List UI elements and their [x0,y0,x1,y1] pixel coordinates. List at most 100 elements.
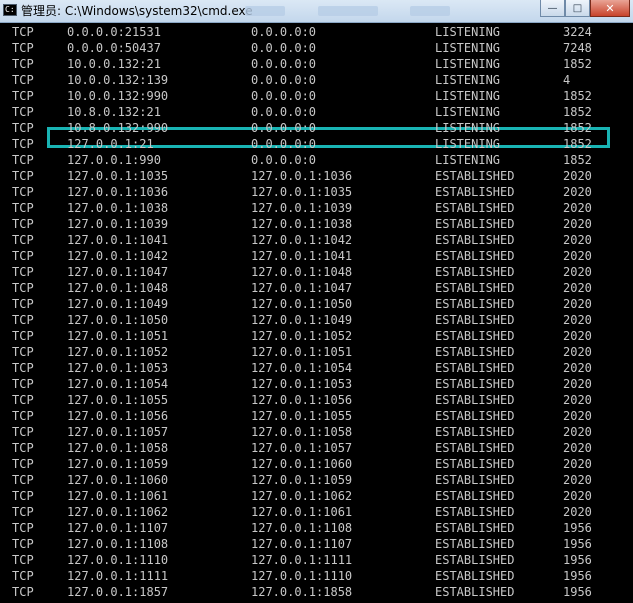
state-cell: ESTABLISHED [435,329,515,343]
proto-cell: TCP [12,169,34,183]
proto-cell: TCP [12,505,34,519]
pid-cell: 1956 [563,569,592,583]
netstat-row: TCP 127.0.0.1:1062 127.0.0.1:1061 ESTABLISH… [0,504,633,520]
foreign-cell: 127.0.0.1:1049 [251,313,353,327]
maximize-button[interactable]: □ [565,0,590,17]
proto-cell: TCP [12,521,34,535]
pid-cell: 1852 [563,153,592,167]
console-output[interactable]: TCP 0.0.0.0:21531 0.0.0.0:0 LISTENING 3224 TC… [0,23,633,603]
netstat-row: TCP 127.0.0.1:1057 127.0.0.1:1058 ESTABLISH… [0,424,633,440]
foreign-cell: 127.0.0.1:1110 [251,569,353,583]
netstat-row: TCP 10.0.0.132:990 0.0.0.0:0 LISTENING 1852 [0,88,633,104]
foreign-cell: 0.0.0.0:0 [251,89,317,103]
local-cell: 127.0.0.1:1038 [67,201,169,215]
local-cell: 127.0.0.1:1062 [67,505,169,519]
pid-cell: 1852 [563,137,592,151]
pid-cell: 1956 [563,553,592,567]
proto-cell: TCP [12,25,34,39]
foreign-cell: 127.0.0.1:1041 [251,249,353,263]
foreign-cell: 127.0.0.1:1038 [251,217,353,231]
netstat-row: TCP 127.0.0.1:1054 127.0.0.1:1053 ESTABLISH… [0,376,633,392]
local-cell: 127.0.0.1:1053 [67,361,169,375]
netstat-row: TCP 127.0.0.1:1111 127.0.0.1:1110 ESTABLISH… [0,568,633,584]
local-cell: 127.0.0.1:1050 [67,313,169,327]
proto-cell: TCP [12,265,34,279]
foreign-cell: 127.0.0.1:1058 [251,425,353,439]
foreign-cell: 127.0.0.1:1051 [251,345,353,359]
pid-cell: 2020 [563,169,592,183]
pid-cell: 2020 [563,441,592,455]
state-cell: LISTENING [435,105,501,119]
pid-cell: 2020 [563,185,592,199]
netstat-row: TCP 10.0.0.132:139 0.0.0.0:0 LISTENING 4 [0,72,633,88]
local-cell: 127.0.0.1:1059 [67,457,169,471]
local-cell: 127.0.0.1:1108 [67,537,169,551]
proto-cell: TCP [12,105,34,119]
local-cell: 127.0.0.1:1061 [67,489,169,503]
state-cell: ESTABLISHED [435,201,515,215]
proto-cell: TCP [12,201,34,215]
state-cell: ESTABLISHED [435,233,515,247]
close-icon: ✕ [605,1,615,15]
proto-cell: TCP [12,153,34,167]
proto-cell: TCP [12,281,34,295]
netstat-row: TCP 127.0.0.1:1048 127.0.0.1:1047 ESTABLISH… [0,280,633,296]
foreign-cell: 0.0.0.0:0 [251,153,317,167]
state-cell: ESTABLISHED [435,217,515,231]
state-cell: ESTABLISHED [435,489,515,503]
netstat-row: TCP 127.0.0.1:1042 127.0.0.1:1041 ESTABLISH… [0,248,633,264]
minimize-icon: — [547,2,558,14]
proto-cell: TCP [12,537,34,551]
foreign-cell: 127.0.0.1:1035 [251,185,353,199]
cmd-app-icon[interactable]: C: [3,4,17,16]
foreign-cell: 0.0.0.0:0 [251,41,317,55]
blurred-taskbar-artifact [245,6,285,16]
netstat-row: TCP 127.0.0.1:1038 127.0.0.1:1039 ESTABLISH… [0,200,633,216]
netstat-row: TCP 127.0.0.1:1108 127.0.0.1:1107 ESTABLISH… [0,536,633,552]
netstat-row: TCP 10.0.0.132:21 0.0.0.0:0 LISTENING 1852 [0,56,633,72]
state-cell: LISTENING [435,153,501,167]
netstat-row: TCP 127.0.0.1:1055 127.0.0.1:1056 ESTABLISH… [0,392,633,408]
local-cell: 127.0.0.1:1107 [67,521,169,535]
local-cell: 10.8.0.132:990 [67,121,169,135]
minimize-button[interactable]: — [540,0,565,17]
title-bar[interactable]: C: 管理员: C:\Windows\system32\cmd.exe — □ … [0,0,633,23]
foreign-cell: 127.0.0.1:1036 [251,169,353,183]
pid-cell: 2020 [563,377,592,391]
netstat-row: TCP 127.0.0.1:1060 127.0.0.1:1059 ESTABLISH… [0,472,633,488]
proto-cell: TCP [12,585,34,599]
foreign-cell: 127.0.0.1:1039 [251,201,353,215]
pid-cell: 1852 [563,105,592,119]
foreign-cell: 0.0.0.0:0 [251,137,317,151]
proto-cell: TCP [12,361,34,375]
netstat-row: TCP 127.0.0.1:1053 127.0.0.1:1054 ESTABLISH… [0,360,633,376]
local-cell: 127.0.0.1:1036 [67,185,169,199]
maximize-icon: □ [572,2,583,14]
foreign-cell: 127.0.0.1:1054 [251,361,353,375]
foreign-cell: 127.0.0.1:1111 [251,553,353,567]
state-cell: ESTABLISHED [435,473,515,487]
pid-cell: 3224 [563,25,592,39]
foreign-cell: 127.0.0.1:1858 [251,585,353,599]
netstat-row: TCP 0.0.0.0:21531 0.0.0.0:0 LISTENING 3224 [0,24,633,40]
foreign-cell: 127.0.0.1:1060 [251,457,353,471]
local-cell: 127.0.0.1:1048 [67,281,169,295]
pid-cell: 2020 [563,329,592,343]
foreign-cell: 0.0.0.0:0 [251,121,317,135]
netstat-row: TCP 127.0.0.1:1039 127.0.0.1:1038 ESTABLISH… [0,216,633,232]
proto-cell: TCP [12,553,34,567]
netstat-row: TCP 127.0.0.1:1059 127.0.0.1:1060 ESTABLISH… [0,456,633,472]
netstat-row: TCP 127.0.0.1:1051 127.0.0.1:1052 ESTABLISH… [0,328,633,344]
proto-cell: TCP [12,441,34,455]
local-cell: 127.0.0.1:1042 [67,249,169,263]
window-title: 管理员: C:\Windows\system32\cmd.exe [21,4,253,18]
local-cell: 10.0.0.132:21 [67,57,161,71]
state-cell: ESTABLISHED [435,185,515,199]
pid-cell: 2020 [563,249,592,263]
proto-cell: TCP [12,377,34,391]
close-button[interactable]: ✕ [590,0,630,17]
proto-cell: TCP [12,329,34,343]
foreign-cell: 127.0.0.1:1050 [251,297,353,311]
local-cell: 127.0.0.1:990 [67,153,161,167]
local-cell: 127.0.0.1:1060 [67,473,169,487]
